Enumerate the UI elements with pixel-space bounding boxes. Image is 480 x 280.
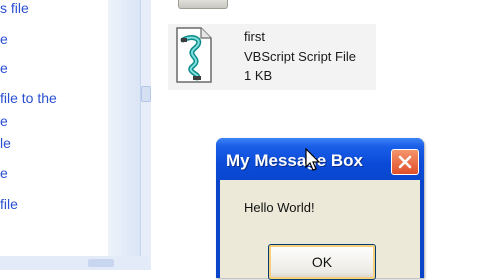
task-link-8[interactable]: file <box>0 196 18 212</box>
close-button[interactable] <box>391 149 419 175</box>
file-name: first <box>244 29 265 44</box>
task-link-5[interactable]: e <box>0 113 8 129</box>
scrollbar[interactable] <box>140 0 151 270</box>
task-pane-gradient <box>108 0 142 270</box>
task-link-2[interactable]: e <box>0 31 8 47</box>
task-link-7[interactable]: e <box>0 165 8 181</box>
task-link-6[interactable]: le <box>0 135 11 151</box>
dialog-client-area: Hello World! OK <box>220 180 420 280</box>
ok-button[interactable]: OK <box>268 244 376 280</box>
file-size: 1 KB <box>244 68 273 83</box>
dialog-message: Hello World! <box>244 200 315 215</box>
file-type: VBScript Script File <box>244 49 356 64</box>
ok-button-label: OK <box>311 254 333 270</box>
task-link-4[interactable]: file to the <box>0 90 57 106</box>
pane-bottom-strip <box>0 256 150 270</box>
close-icon <box>398 155 412 169</box>
vbscript-file-icon[interactable] <box>175 26 213 84</box>
pane-tab[interactable] <box>88 259 114 267</box>
mouse-pointer-icon <box>305 147 321 176</box>
scrollbar-thumb[interactable] <box>141 86 151 102</box>
dialog-title: My Message Box <box>226 151 363 170</box>
task-pane: s file e e file to the e le e file <box>0 0 151 270</box>
task-link-1[interactable]: s file <box>0 0 29 16</box>
task-link-3[interactable]: e <box>0 60 8 76</box>
file-icon-partial[interactable] <box>178 0 228 9</box>
